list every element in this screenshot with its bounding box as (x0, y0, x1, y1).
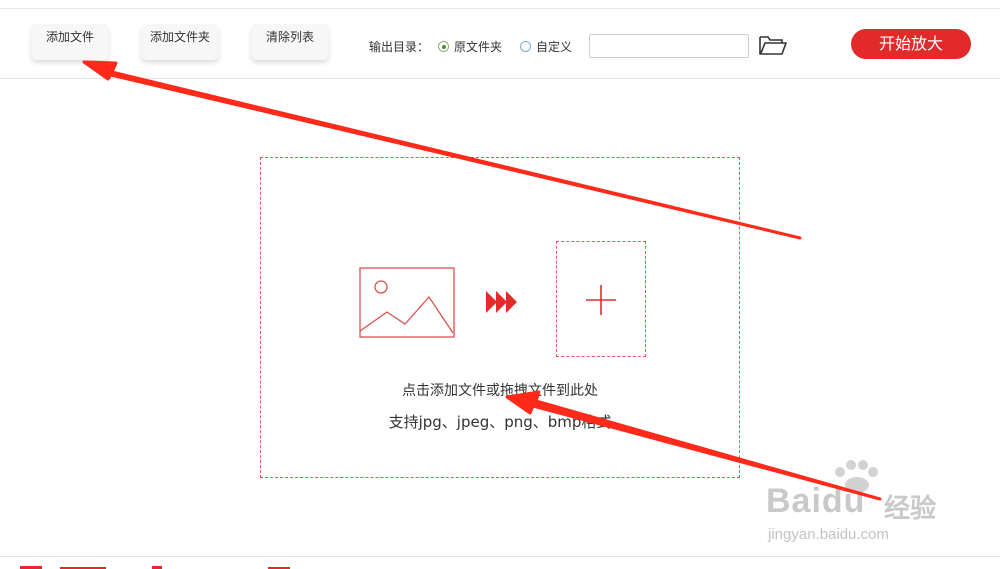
radio-custom-label: 自定义 (536, 40, 573, 54)
watermark-brand: Baidu (766, 482, 866, 520)
add-file-button[interactable]: 添加文件 (31, 24, 109, 60)
image-icon (359, 267, 455, 338)
drop-hint-text: 点击添加文件或拖拽文件到此处 (402, 383, 598, 399)
output-dir-label: 输出目录： (369, 40, 430, 54)
supported-formats-text: 支持jpg、jpeg、png、bmp格式 (388, 413, 612, 431)
output-path-input[interactable] (589, 34, 749, 58)
radio-original-label: 原文件夹 (454, 40, 503, 54)
bottom-divider (0, 556, 1000, 557)
start-enlarge-button[interactable]: 开始放大 (851, 29, 971, 59)
radio-original-folder[interactable]: 原文件夹 (438, 38, 502, 55)
add-folder-button[interactable]: 添加文件夹 (141, 24, 219, 60)
clear-list-button[interactable]: 清除列表 (251, 24, 329, 60)
bottom-bar-partial (20, 566, 290, 569)
baidu-watermark: Baidu 经验 jingyan.baidu.com (766, 460, 966, 550)
watermark-brand-cn: 经验 (884, 494, 937, 524)
toolbar-divider (0, 78, 1000, 79)
radio-checked-icon[interactable] (438, 41, 449, 52)
radio-custom[interactable]: 自定义 (520, 38, 572, 55)
watermark-url: jingyan.baidu.com (768, 526, 889, 543)
plus-icon (586, 285, 616, 315)
radio-unchecked-icon[interactable] (520, 41, 531, 52)
triple-arrow-icon (486, 291, 517, 313)
folder-open-icon[interactable] (758, 34, 788, 56)
